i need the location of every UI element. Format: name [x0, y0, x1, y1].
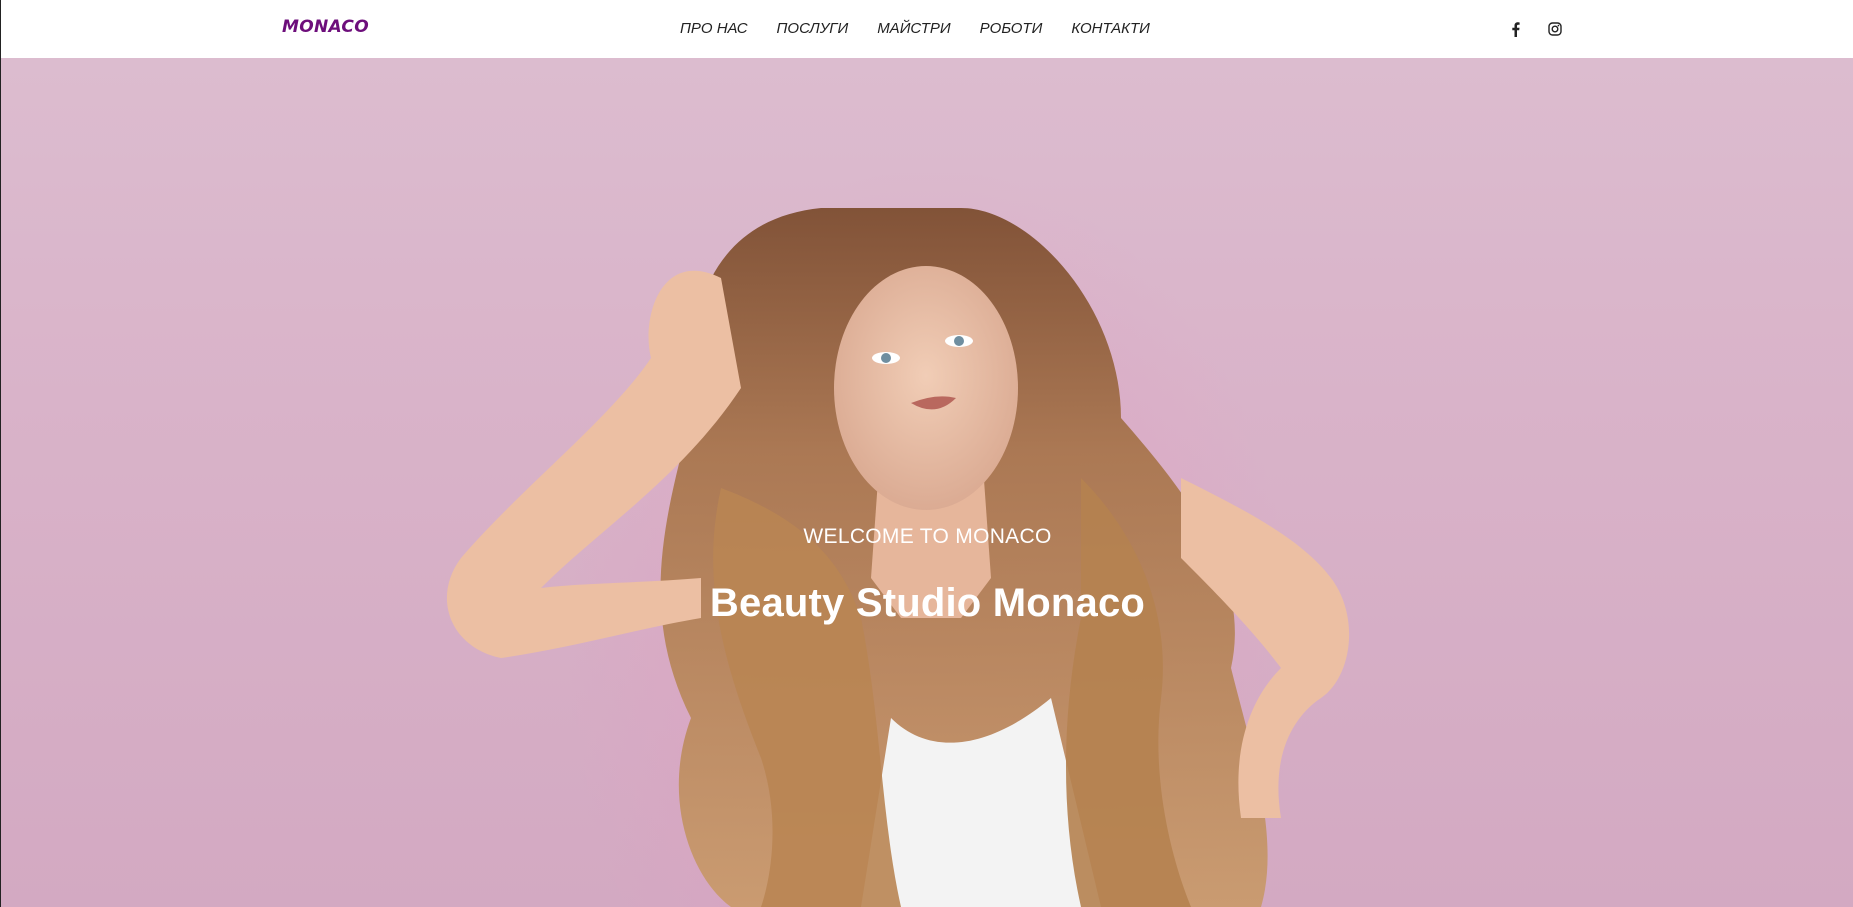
- instagram-icon[interactable]: [1545, 19, 1565, 39]
- logo-link[interactable]: MONACO: [282, 17, 369, 37]
- site-header: MONACO ПРО НАС ПОСЛУГИ МАЙСТРИ РОБОТИ КО…: [0, 0, 1853, 58]
- hero-banner: WELCOME TO MONACO Beauty Studio Monaco: [0, 58, 1853, 907]
- nav-contacts[interactable]: КОНТАКТИ: [1071, 20, 1150, 37]
- hero-photo: [446, 208, 1350, 907]
- nav-masters[interactable]: МАЙСТРИ: [877, 20, 950, 37]
- facebook-icon[interactable]: [1505, 19, 1525, 39]
- nav-works[interactable]: РОБОТИ: [980, 20, 1043, 37]
- hero-title: Beauty Studio Monaco: [709, 581, 1146, 625]
- nav-about[interactable]: ПРО НАС: [680, 20, 748, 37]
- main-nav: ПРО НАС ПОСЛУГИ МАЙСТРИ РОБОТИ КОНТАКТИ: [680, 20, 1179, 37]
- hero-subtitle: WELCOME TO MONACO: [803, 525, 1052, 548]
- nav-services[interactable]: ПОСЛУГИ: [777, 20, 849, 37]
- face-shape: [834, 266, 1018, 510]
